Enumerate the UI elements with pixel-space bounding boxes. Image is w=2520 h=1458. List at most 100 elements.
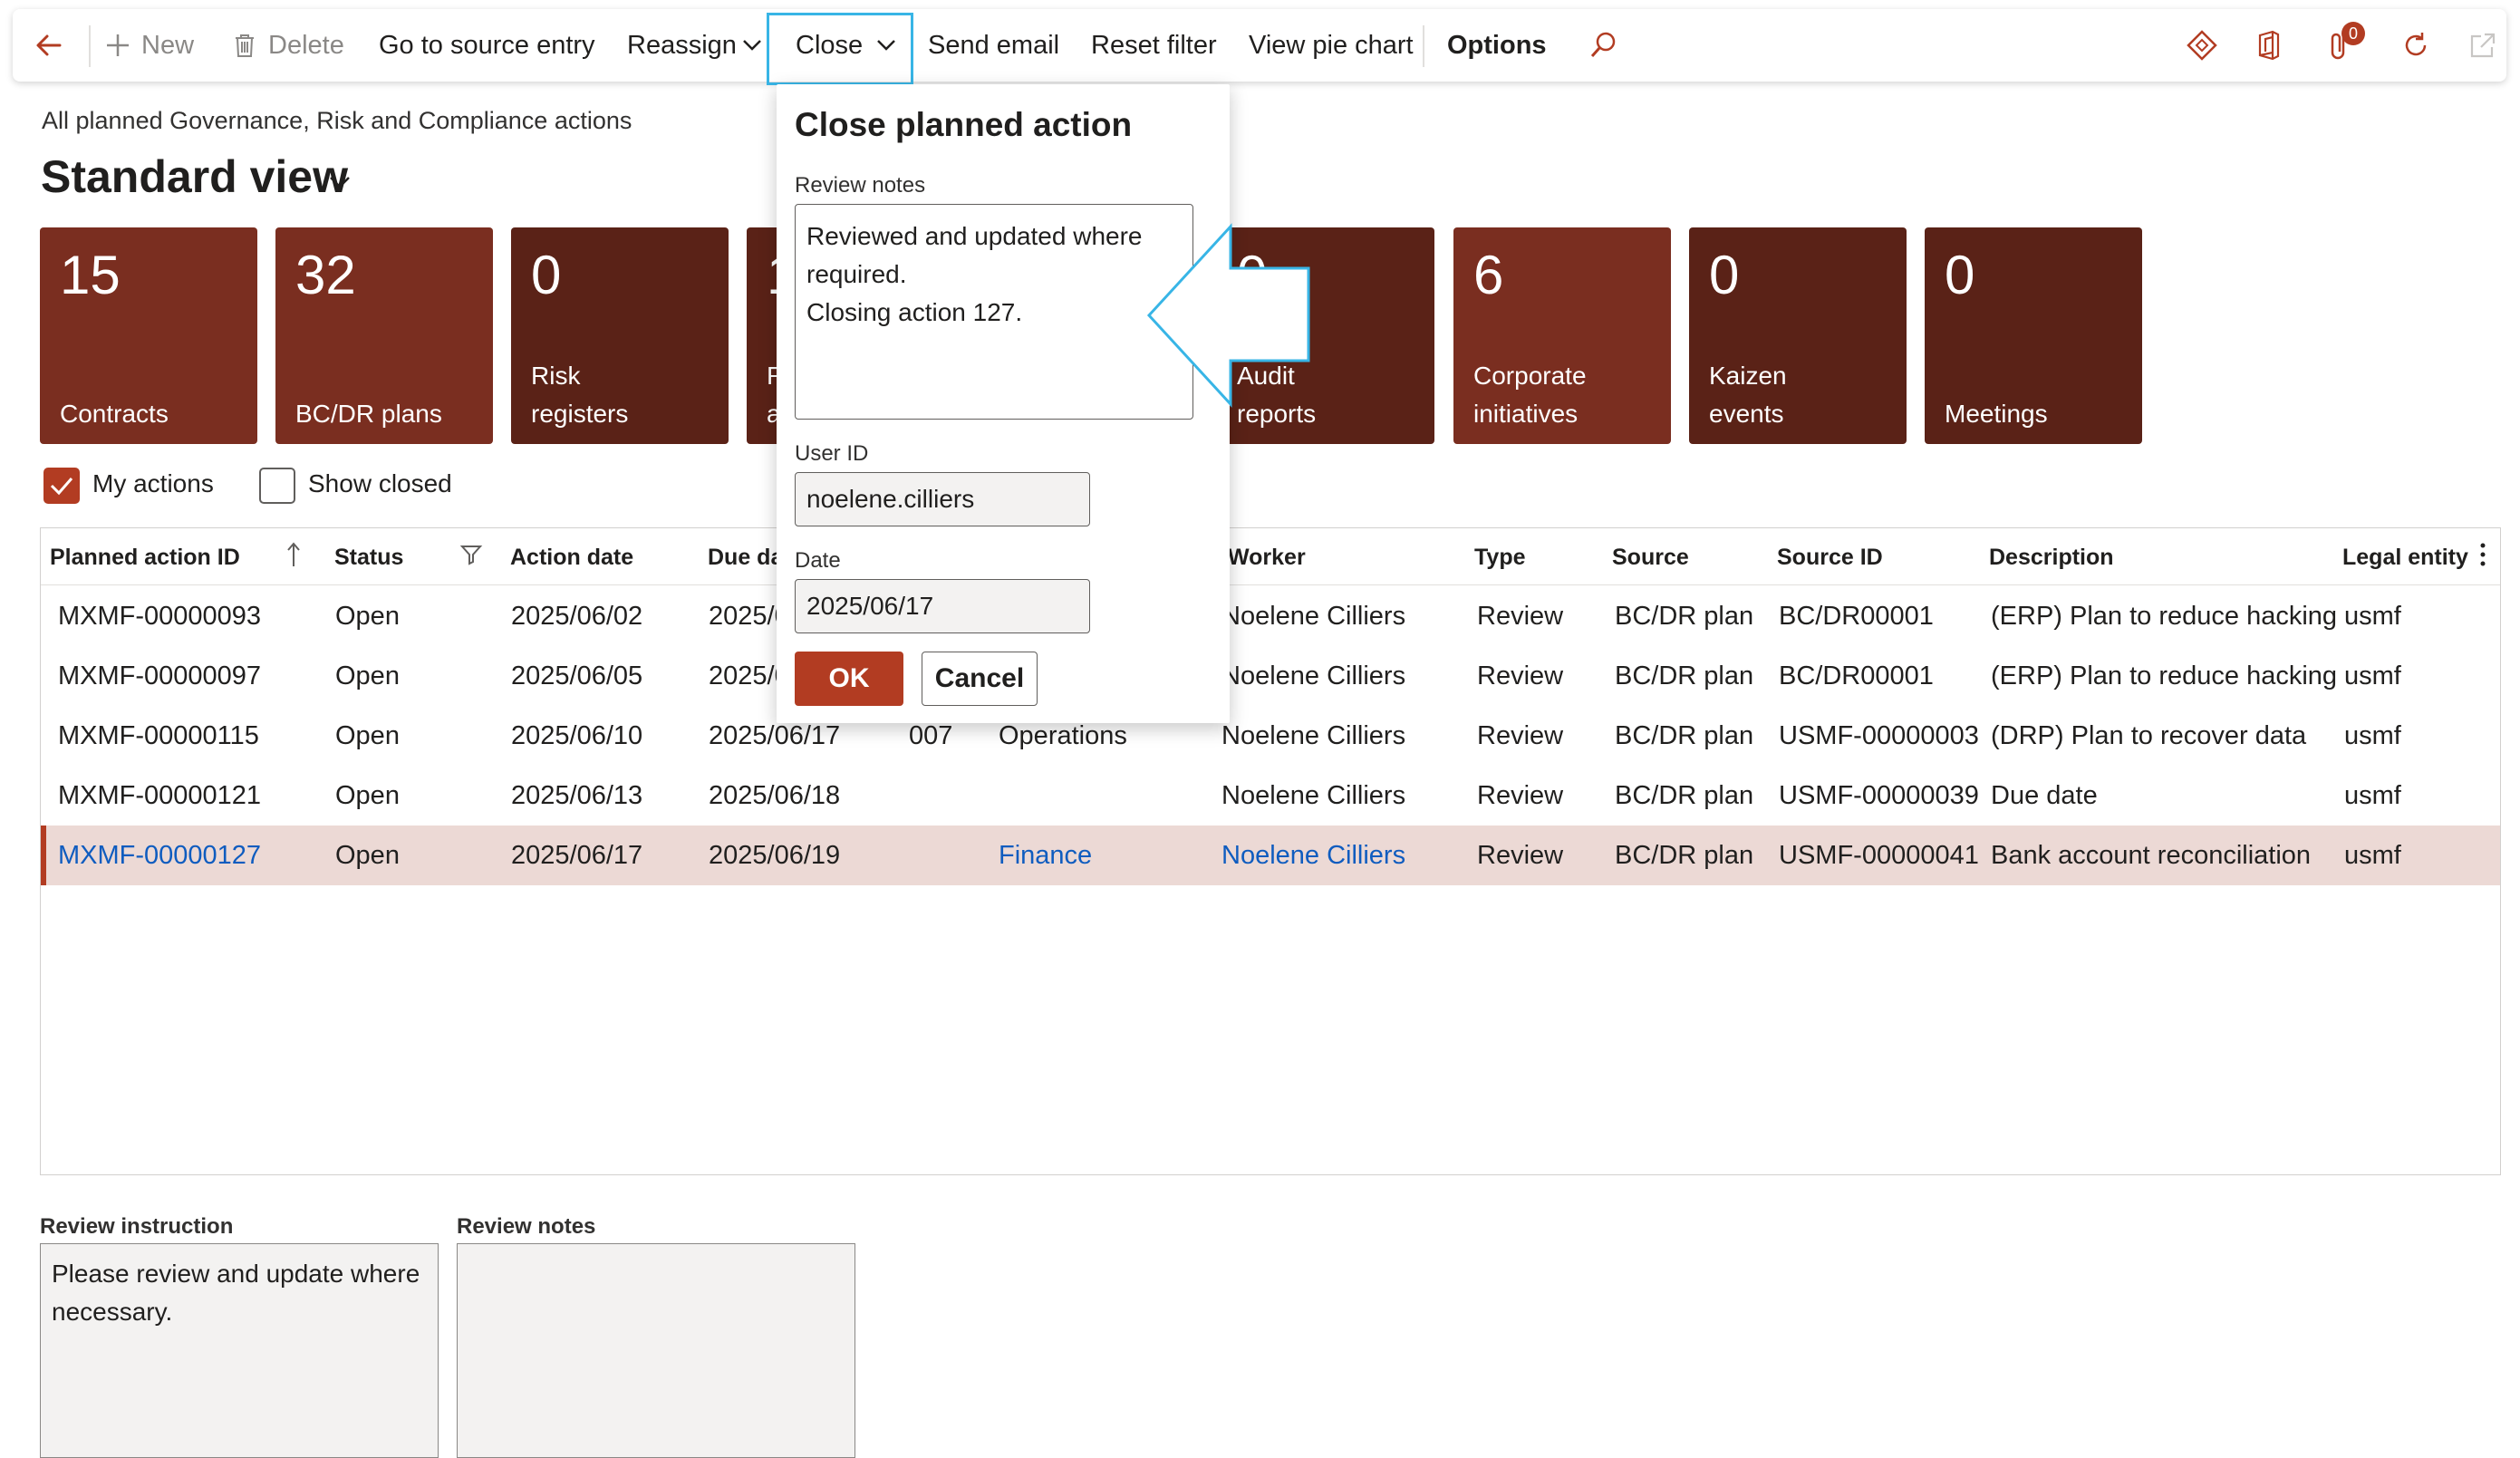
show-closed-checkbox[interactable] [259, 468, 295, 504]
tile-corporate-initiatives[interactable]: 6 Corporate initiatives [1453, 227, 1671, 444]
cell-status: Open [335, 721, 400, 750]
review-notes-field[interactable] [457, 1243, 855, 1458]
delete-button[interactable]: Delete [268, 9, 344, 82]
cell-description: (ERP) Plan to reduce hacking [1991, 661, 2338, 690]
cell-legal-entity: usmf [2344, 721, 2401, 750]
cell-source: BC/DR plan [1615, 781, 1754, 810]
cell-worker: Noelene Cilliers [1221, 781, 1406, 810]
tile-count: 0 [1709, 245, 1740, 305]
back-arrow-icon[interactable] [33, 29, 65, 62]
cell-worker: Noelene Cilliers [1221, 721, 1406, 750]
cell-description: Due date [1991, 781, 2098, 810]
cell-source: BC/DR plan [1615, 841, 1754, 870]
open-in-new-window-icon[interactable] [2467, 29, 2499, 62]
tile-bcdr-plans[interactable]: 32 BC/DR plans [275, 227, 493, 444]
review-notes-label: Review notes [457, 1214, 596, 1239]
cell-source-id: BC/DR00001 [1779, 661, 1934, 690]
cell-type: Review [1477, 661, 1564, 690]
callout-arrow-icon [1146, 223, 1310, 408]
table-row[interactable]: MXMF-00000093 Open 2025/06/02 2025/0 Noe… [41, 586, 2500, 646]
column-header-description[interactable]: Description [1989, 545, 2114, 571]
send-email-button[interactable]: Send email [928, 9, 1059, 82]
cell-source-id: USMF-00000003 [1779, 721, 1979, 750]
cancel-button[interactable]: Cancel [922, 652, 1038, 706]
tile-risk-registers[interactable]: 0 Risk registers [511, 227, 729, 444]
tile-kaizen-events[interactable]: 0 Kaizen events [1689, 227, 1907, 444]
cell-description: (DRP) Plan to recover data [1991, 721, 2307, 750]
table-row-selected[interactable]: MXMF-00000127 Open 2025/06/17 2025/06/19… [41, 826, 2500, 885]
plus-icon [107, 34, 129, 56]
cell-action-date: 2025/06/17 [511, 841, 643, 870]
cell-action-date: 2025/06/13 [511, 781, 643, 810]
cell-id: MXMF-00000097 [58, 661, 262, 690]
dialog-title: Close planned action [795, 106, 1133, 143]
view-selector[interactable]: Standard view [41, 150, 348, 203]
table-row[interactable]: MXMF-00000115 Open 2025/06/10 2025/06/17… [41, 706, 2500, 766]
cell-due-date: 2025/06/18 [709, 781, 841, 810]
cell-legal-entity: usmf [2344, 661, 2401, 690]
user-id-label: User ID [795, 441, 869, 466]
breadcrumb: All planned Governance, Risk and Complia… [42, 107, 632, 134]
dialog-review-notes-textarea[interactable]: Reviewed and updated where required. Clo… [795, 204, 1193, 420]
cell-legal-entity: usmf [2344, 841, 2401, 870]
cell-source-id: USMF-00000039 [1779, 781, 1979, 810]
cell-id: MXMF-00000093 [58, 602, 262, 631]
selection-indicator [41, 826, 46, 885]
column-header-due-date[interactable]: Due da [708, 545, 783, 571]
column-header-action-date[interactable]: Action date [510, 545, 633, 571]
reassign-button[interactable]: Reassign [627, 9, 737, 82]
cell-worker: Noelene Cilliers [1221, 602, 1406, 631]
view-pie-chart-button[interactable]: View pie chart [1249, 9, 1414, 82]
go-to-source-entry-button[interactable]: Go to source entry [379, 9, 595, 82]
review-instruction-field[interactable]: Please review and update where necessary… [40, 1243, 439, 1458]
tile-meetings[interactable]: 0 Meetings [1925, 227, 2142, 444]
tile-contracts[interactable]: 15 Contracts [40, 227, 257, 444]
cell-action-date: 2025/06/05 [511, 661, 643, 690]
close-button-highlight [767, 13, 913, 85]
office-icon[interactable] [2253, 29, 2285, 62]
options-button[interactable]: Options [1447, 9, 1547, 82]
cell-id: MXMF-00000115 [58, 721, 259, 750]
table-row[interactable]: MXMF-00000121 Open 2025/06/13 2025/06/18… [41, 766, 2500, 826]
trash-icon [236, 34, 254, 57]
date-field[interactable]: 2025/06/17 [795, 579, 1090, 633]
tile-count: 32 [295, 245, 356, 305]
tile-count: 0 [1945, 245, 1975, 305]
user-id-field[interactable]: noelene.cilliers [795, 472, 1090, 526]
search-icon[interactable] [1588, 29, 1620, 62]
tile-label: Contracts [60, 400, 169, 428]
cell-type: Review [1477, 602, 1564, 631]
column-header-source[interactable]: Source [1612, 545, 1689, 571]
cell-source-id: USMF-00000041 [1779, 841, 1979, 870]
cell-worker-link[interactable]: Noelene Cilliers [1221, 826, 1405, 885]
sort-ascending-icon[interactable] [285, 541, 302, 568]
cell-department-link[interactable]: Finance [999, 826, 1092, 885]
tile-count: 6 [1473, 245, 1504, 305]
cell-type: Review [1477, 841, 1564, 870]
reset-filter-button[interactable]: Reset filter [1091, 9, 1217, 82]
cell-id-link[interactable]: MXMF-00000127 [58, 826, 261, 885]
my-actions-checkbox[interactable] [43, 468, 80, 504]
cell-action-date: 2025/06/02 [511, 602, 643, 631]
column-header-type[interactable]: Type [1474, 545, 1526, 571]
cell-source: BC/DR plan [1615, 661, 1754, 690]
column-header-worker[interactable]: Worker [1228, 545, 1306, 571]
ok-button[interactable]: OK [795, 652, 903, 706]
chevron-down-icon[interactable] [328, 172, 352, 192]
column-header-source-id[interactable]: Source ID [1777, 545, 1883, 571]
tile-label: Risk registers [531, 362, 629, 428]
more-options-icon[interactable] [2478, 541, 2487, 568]
new-button[interactable]: New [141, 9, 194, 82]
cell-status: Open [335, 841, 400, 870]
cell-action-date: 2025/06/10 [511, 721, 643, 750]
cell-type: Review [1477, 781, 1564, 810]
column-header-planned-action-id[interactable]: Planned action ID [50, 545, 240, 571]
diamond-icon[interactable] [2186, 29, 2218, 62]
refresh-icon[interactable] [2399, 29, 2432, 62]
filter-icon[interactable] [459, 543, 483, 566]
cell-status: Open [335, 661, 400, 690]
table-row[interactable]: MXMF-00000097 Open 2025/06/05 2025/0 Noe… [41, 646, 2500, 706]
column-header-status[interactable]: Status [334, 545, 403, 571]
column-header-legal-entity[interactable]: Legal entity [2342, 545, 2468, 571]
cell-legal-entity: usmf [2344, 781, 2401, 810]
